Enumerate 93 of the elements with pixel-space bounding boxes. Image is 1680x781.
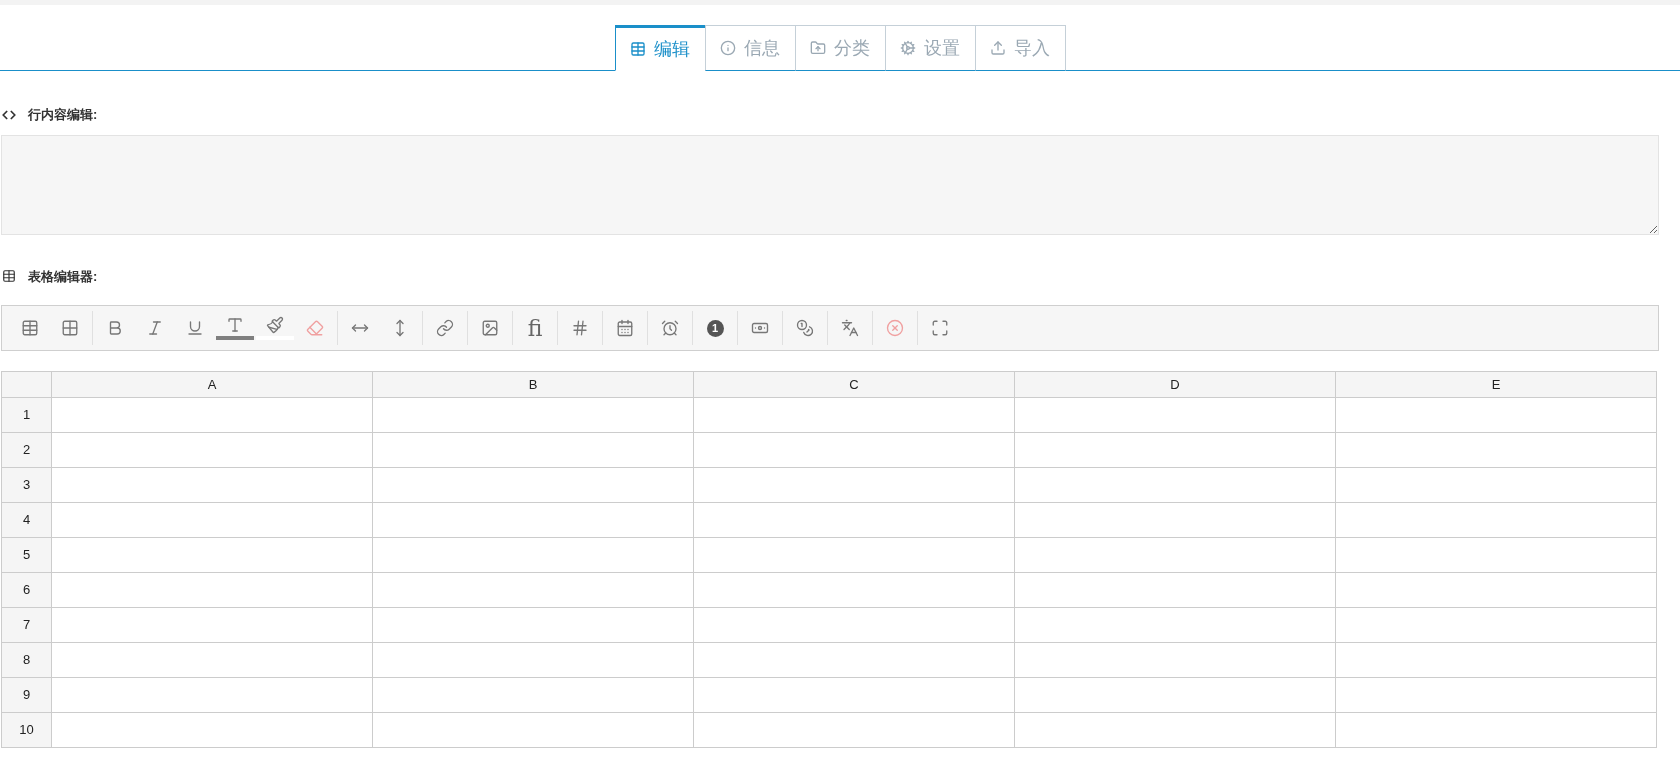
ligature-button[interactable]: fi bbox=[515, 311, 555, 345]
column-header[interactable]: A bbox=[51, 371, 373, 398]
table-cell[interactable] bbox=[1335, 537, 1657, 573]
table-cell[interactable] bbox=[51, 502, 373, 538]
row-header[interactable]: 6 bbox=[1, 572, 52, 608]
table-cell[interactable] bbox=[1335, 432, 1657, 468]
row-header[interactable]: 5 bbox=[1, 537, 52, 573]
table-cell[interactable] bbox=[1335, 572, 1657, 608]
content-textarea[interactable] bbox=[1, 134, 1659, 235]
row-header[interactable]: 2 bbox=[1, 432, 52, 468]
table-icon bbox=[21, 319, 39, 337]
table-cell[interactable] bbox=[1014, 397, 1336, 433]
row-header[interactable]: 4 bbox=[1, 502, 52, 538]
table-icon bbox=[630, 41, 646, 57]
grid-icon bbox=[61, 319, 79, 337]
gear-icon bbox=[900, 40, 916, 56]
table-cell[interactable] bbox=[51, 432, 373, 468]
table-cell[interactable] bbox=[693, 502, 1015, 538]
folder-icon bbox=[810, 40, 826, 56]
table-cell[interactable] bbox=[51, 467, 373, 503]
row-header[interactable]: 3 bbox=[1, 467, 52, 503]
number-button[interactable]: 1 bbox=[695, 311, 735, 345]
section-heading: 表格编辑器: bbox=[28, 267, 98, 286]
table-cell[interactable] bbox=[372, 502, 694, 538]
table-cell[interactable] bbox=[693, 432, 1015, 468]
table-cell[interactable] bbox=[693, 397, 1015, 433]
row-header[interactable]: 10 bbox=[1, 712, 52, 748]
table-cell[interactable] bbox=[693, 642, 1015, 678]
table-cell[interactable] bbox=[693, 537, 1015, 573]
table-cell[interactable] bbox=[1335, 607, 1657, 643]
table-cell[interactable] bbox=[372, 397, 694, 433]
table-cell[interactable] bbox=[693, 607, 1015, 643]
alarm-clock-icon bbox=[661, 319, 679, 337]
italic-icon bbox=[146, 319, 164, 337]
table-cell[interactable] bbox=[1335, 642, 1657, 678]
info-icon bbox=[720, 40, 736, 56]
table-cell[interactable] bbox=[1014, 467, 1336, 503]
table-cell[interactable] bbox=[1014, 712, 1336, 748]
table-cell[interactable] bbox=[372, 607, 694, 643]
table-cell[interactable] bbox=[372, 537, 694, 573]
table-cell[interactable] bbox=[51, 712, 373, 748]
row-header[interactable]: 1 bbox=[1, 397, 52, 433]
column-header[interactable]: E bbox=[1335, 371, 1657, 398]
table-cell[interactable] bbox=[1014, 642, 1336, 678]
text-color-icon bbox=[226, 316, 244, 334]
column-header[interactable]: C bbox=[693, 371, 1015, 398]
table-cell[interactable] bbox=[1014, 572, 1336, 608]
table-cell[interactable] bbox=[372, 432, 694, 468]
hash-icon bbox=[571, 319, 589, 337]
table-cell[interactable] bbox=[372, 712, 694, 748]
underline-icon bbox=[186, 319, 204, 337]
table-cell[interactable] bbox=[1014, 607, 1336, 643]
table-cell[interactable] bbox=[1335, 712, 1657, 748]
table-cell[interactable] bbox=[51, 607, 373, 643]
table-cell[interactable] bbox=[1014, 677, 1336, 713]
table-cell[interactable] bbox=[51, 537, 373, 573]
row-header[interactable]: 9 bbox=[1, 677, 52, 713]
close-icon bbox=[886, 319, 904, 337]
table-cell[interactable] bbox=[693, 467, 1015, 503]
section-heading: 行内容编辑: bbox=[28, 106, 98, 124]
table-cell[interactable] bbox=[1014, 537, 1336, 573]
table-cell[interactable] bbox=[1335, 677, 1657, 713]
table-cell[interactable] bbox=[1014, 432, 1336, 468]
table-cell[interactable] bbox=[51, 397, 373, 433]
table-cell[interactable] bbox=[372, 677, 694, 713]
table-cell[interactable] bbox=[51, 677, 373, 713]
row-header[interactable]: 7 bbox=[1, 607, 52, 643]
brush-icon bbox=[266, 316, 284, 334]
table-cell[interactable] bbox=[693, 677, 1015, 713]
column-header[interactable]: D bbox=[1014, 371, 1336, 398]
table-cell[interactable] bbox=[372, 467, 694, 503]
tab[interactable]: 编辑 bbox=[614, 25, 706, 71]
table-cell[interactable] bbox=[372, 642, 694, 678]
table-cell[interactable] bbox=[1014, 502, 1336, 538]
table-icon bbox=[2, 269, 16, 284]
table-cell[interactable] bbox=[1335, 397, 1657, 433]
row-header[interactable]: 8 bbox=[1, 642, 52, 678]
column-header[interactable]: B bbox=[372, 371, 694, 398]
table-cell[interactable] bbox=[51, 572, 373, 608]
table-cell[interactable] bbox=[1335, 467, 1657, 503]
coins-icon bbox=[796, 319, 814, 337]
eraser-icon bbox=[306, 319, 324, 337]
image-icon bbox=[481, 319, 499, 337]
table-cell[interactable] bbox=[372, 572, 694, 608]
translate-icon bbox=[841, 319, 859, 337]
calendar-icon bbox=[616, 319, 634, 337]
table-cell[interactable] bbox=[1335, 502, 1657, 538]
table-cell[interactable] bbox=[51, 642, 373, 678]
table-cell[interactable] bbox=[693, 572, 1015, 608]
link-icon bbox=[436, 319, 454, 337]
table-cell[interactable] bbox=[693, 712, 1015, 748]
upload-icon bbox=[990, 40, 1006, 56]
fullscreen-icon bbox=[931, 319, 949, 337]
